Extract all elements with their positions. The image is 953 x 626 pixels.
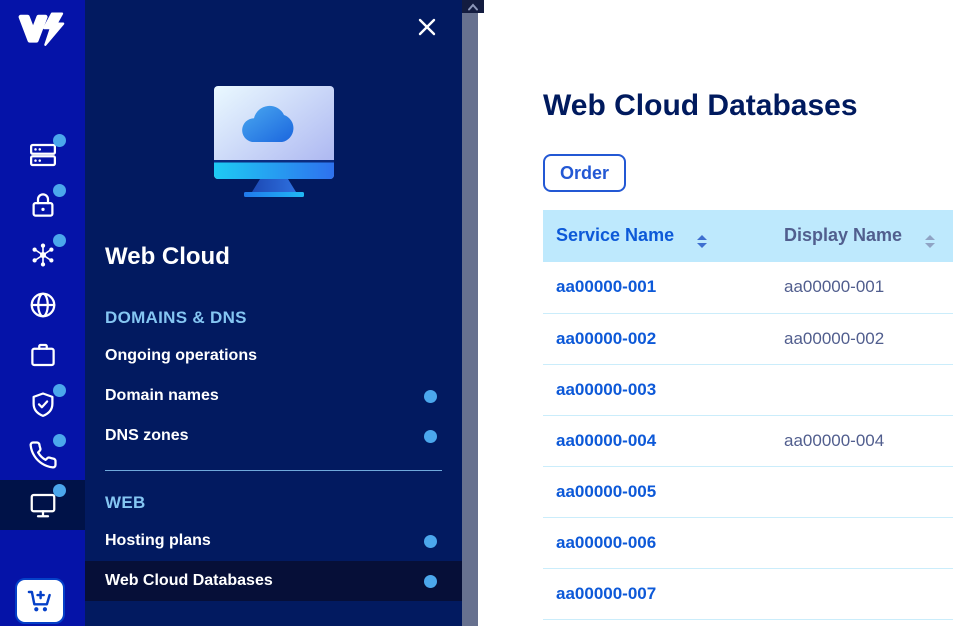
service-name-link[interactable]: aa00000-007: [556, 584, 656, 603]
notification-dot: [53, 134, 66, 147]
menu-item-label: Ongoing operations: [105, 347, 257, 365]
display-name-cell: aa00000-001: [771, 262, 953, 313]
drawer-scrollbar: [462, 0, 484, 626]
shield-check-icon: [28, 390, 58, 420]
cart-plus-icon: [24, 585, 56, 618]
drawer-menu-item[interactable]: Web Cloud Databases: [85, 561, 462, 601]
web-cloud-drawer: Web Cloud DOMAINS & DNS Ongoing operatio…: [85, 0, 462, 626]
section-domains-dns-items: Ongoing operations Domain names DNS zone…: [85, 336, 462, 456]
menu-item-label: Hosting plans: [105, 532, 211, 550]
display-name-cell: [771, 568, 953, 619]
display-name-cell: aa00000-004: [771, 415, 953, 466]
service-name-link[interactable]: aa00000-001: [556, 277, 656, 296]
notification-dot: [53, 384, 66, 397]
service-name-link[interactable]: aa00000-006: [556, 533, 656, 552]
notification-dot: [53, 234, 66, 247]
rail-item-telecom[interactable]: [0, 430, 85, 480]
rail-item-web-cloud[interactable]: [0, 480, 85, 530]
billing-services-icon: [28, 140, 58, 170]
service-name-link[interactable]: aa00000-002: [556, 329, 656, 348]
drawer-menu-item[interactable]: DNS zones: [85, 416, 462, 456]
main-content: Web Cloud Databases Order Service Name D…: [484, 0, 953, 626]
menu-item-label: DNS zones: [105, 427, 189, 445]
service-name-link[interactable]: aa00000-004: [556, 431, 656, 450]
menu-divider: [105, 470, 442, 471]
table-row: aa00000-003: [543, 364, 953, 415]
notification-dot: [424, 390, 437, 403]
sort-arrows-icon[interactable]: [697, 235, 707, 248]
display-name-cell: [771, 466, 953, 517]
sort-arrows-icon[interactable]: [925, 235, 935, 248]
drawer-menu-item[interactable]: Ongoing operations: [85, 336, 462, 376]
drawer-menu: DOMAINS & DNS Ongoing operations Domain …: [85, 300, 462, 601]
services-table: Service Name Display Name aa00000-001 aa…: [543, 210, 953, 620]
notification-dot: [53, 434, 66, 447]
section-label-web: WEB: [85, 485, 462, 521]
close-icon: [416, 26, 438, 41]
drawer-menu-item[interactable]: Domain names: [85, 376, 462, 416]
order-button[interactable]: Order: [543, 154, 626, 192]
ovhcloud-logo-icon[interactable]: [13, 8, 71, 52]
table-row: aa00000-005: [543, 466, 953, 517]
table-row: aa00000-001 aa00000-001: [543, 262, 953, 313]
notification-dot: [424, 575, 437, 588]
table-row: aa00000-007: [543, 568, 953, 619]
page-title: Web Cloud Databases: [543, 88, 953, 124]
notification-dot: [53, 184, 66, 197]
web-cloud-monitor-illustration: [198, 86, 350, 198]
briefcase-icon: [28, 340, 58, 370]
display-name-cell: [771, 517, 953, 568]
lock-icon: [28, 190, 58, 220]
service-name-link[interactable]: aa00000-005: [556, 482, 656, 501]
rail-item-business[interactable]: [0, 330, 85, 380]
rail-icon-list: [0, 130, 85, 530]
network-hub-icon: [28, 240, 58, 270]
table-row: aa00000-006: [543, 517, 953, 568]
rail-item-network[interactable]: [0, 230, 85, 280]
table-row: aa00000-004 aa00000-004: [543, 415, 953, 466]
close-button[interactable]: [414, 15, 440, 41]
section-label-domains-dns: DOMAINS & DNS: [85, 300, 462, 336]
display-name-cell: [771, 364, 953, 415]
table-row: aa00000-002 aa00000-002: [543, 313, 953, 364]
phone-icon: [28, 440, 58, 470]
notification-dot: [424, 430, 437, 443]
section-web-items: Hosting plans Web Cloud Databases: [85, 521, 462, 601]
column-header-service-name[interactable]: Service Name: [543, 210, 771, 262]
scroll-up-button[interactable]: [462, 0, 484, 13]
table-header-row: Service Name Display Name: [543, 210, 953, 262]
globe-icon: [28, 290, 58, 320]
drawer-title: Web Cloud: [105, 243, 230, 271]
rail-item-protection[interactable]: [0, 380, 85, 430]
service-name-link[interactable]: aa00000-003: [556, 380, 656, 399]
drawer-menu-item[interactable]: Hosting plans: [85, 521, 462, 561]
monitor-icon: [28, 490, 58, 520]
column-header-display-name[interactable]: Display Name: [771, 210, 953, 262]
menu-item-label: Web Cloud Databases: [105, 572, 273, 590]
rail-item-billing[interactable]: [0, 130, 85, 180]
scrollbar-thumb[interactable]: [462, 13, 478, 626]
notification-dot: [53, 484, 66, 497]
menu-item-label: Domain names: [105, 387, 219, 405]
rail-item-security[interactable]: [0, 180, 85, 230]
table-body: aa00000-001 aa00000-001 aa00000-002 aa00…: [543, 262, 953, 619]
rail-item-domains[interactable]: [0, 280, 85, 330]
sidebar-rail: [0, 0, 85, 626]
cart-button[interactable]: [15, 578, 65, 624]
display-name-cell: aa00000-002: [771, 313, 953, 364]
notification-dot: [424, 535, 437, 548]
